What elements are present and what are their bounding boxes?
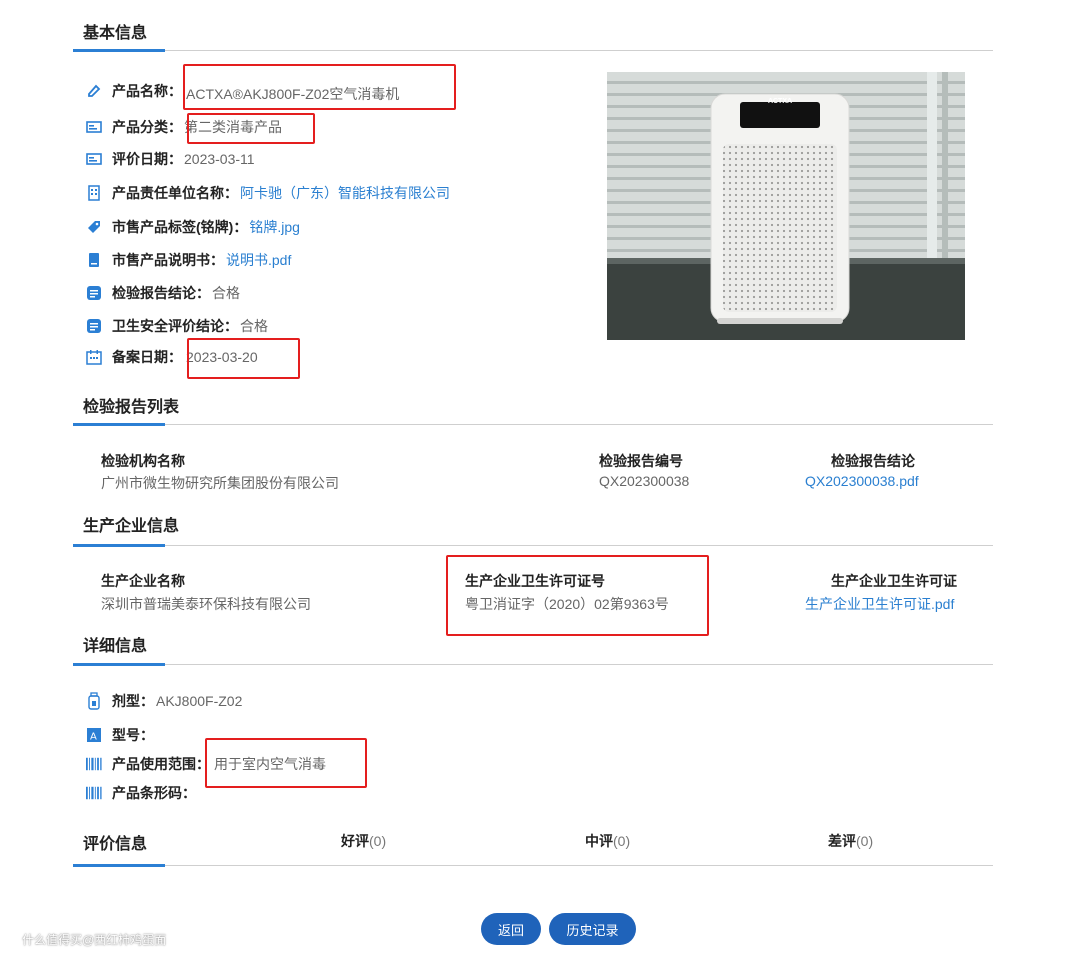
col-header-report-no: 检验报告编号	[599, 453, 683, 469]
license-file-link[interactable]: 生产企业卫生许可证.pdf	[805, 594, 954, 614]
section-divider	[73, 664, 993, 665]
field-label: 备案日期：	[112, 349, 182, 365]
review-mid: 中评(0)	[585, 831, 630, 851]
field-model: A 型号：	[86, 725, 154, 745]
photo-brand-text: ACTXA	[767, 98, 793, 105]
section-accent	[73, 864, 165, 867]
review-bad: 差评(0)	[828, 831, 873, 851]
review-mid-label: 中评	[585, 833, 613, 849]
highlight-box	[187, 338, 300, 379]
card-icon	[86, 151, 102, 167]
col-header-report-conclusion: 检验报告结论	[831, 453, 915, 469]
field-label: 市售产品说明书：	[112, 252, 224, 268]
section-title-detail: 详细信息	[83, 638, 148, 655]
section-title-reports: 检验报告列表	[83, 399, 180, 416]
review-good: 好评(0)	[341, 831, 386, 851]
section-accent	[73, 663, 165, 666]
field-safety-conclusion: 卫生安全评价结论： 合格	[86, 316, 268, 336]
book-icon	[86, 252, 102, 268]
section-accent	[73, 544, 165, 547]
section-title-basic: 基本信息	[83, 25, 148, 42]
field-label: 型号：	[112, 727, 154, 743]
building-icon	[86, 185, 102, 201]
section-divider	[73, 865, 993, 866]
highlight-box	[183, 64, 456, 110]
model-type-icon: A	[86, 727, 102, 743]
svg-text:A: A	[90, 732, 97, 743]
calendar-icon	[86, 349, 102, 365]
enterprise-name: 深圳市普瑞美泰环保科技有限公司	[101, 596, 311, 612]
review-good-label: 好评	[341, 833, 369, 849]
section-divider	[73, 424, 993, 425]
field-label: 评价日期：	[112, 151, 182, 167]
review-bad-label: 差评	[828, 833, 856, 849]
field-value: AKJ800F-Z02	[156, 693, 243, 709]
back-button[interactable]: 返回	[481, 913, 541, 945]
field-eval-date: 评价日期： 2023-03-11	[86, 149, 255, 169]
field-value: 合格	[240, 318, 268, 334]
review-mid-count: (0)	[613, 833, 631, 849]
report-number: QX202300038	[599, 473, 690, 489]
field-report-conclusion: 检验报告结论： 合格	[86, 283, 240, 303]
section-divider	[73, 545, 993, 546]
bottle-icon	[86, 692, 102, 710]
section-title-enterprise: 生产企业信息	[83, 518, 180, 535]
field-manual: 市售产品说明书： 说明书.pdf	[86, 250, 291, 270]
review-bad-count: (0)	[856, 833, 874, 849]
watermark-text: 什么值得买@西红柿鸡蛋面	[22, 933, 167, 947]
responsible-unit-link[interactable]: 阿卡驰（广东）智能科技有限公司	[240, 183, 450, 203]
nameplate-file-link[interactable]: 铭牌.jpg	[249, 217, 300, 237]
col-header-license-file: 生产企业卫生许可证	[831, 573, 957, 589]
col-header-enterprise-name: 生产企业名称	[101, 573, 185, 589]
field-responsible-unit: 产品责任单位名称： 阿卡驰（广东）智能科技有限公司	[86, 183, 450, 203]
label-tag-icon	[86, 219, 102, 235]
tag-pencil-icon	[86, 83, 102, 99]
field-label: 市售产品标签(铭牌)：	[112, 219, 248, 235]
field-value: 合格	[212, 285, 240, 301]
field-label: 产品使用范围：	[112, 756, 210, 772]
col-header-agency: 检验机构名称	[101, 453, 185, 469]
highlight-box	[205, 738, 367, 788]
barcode-icon	[86, 756, 102, 772]
field-label: 产品责任单位名称：	[112, 185, 238, 201]
field-product-label: 市售产品标签(铭牌)： 铭牌.jpg	[86, 217, 300, 237]
safety-badge-icon	[86, 318, 102, 334]
section-accent	[73, 423, 165, 426]
card-icon	[86, 119, 102, 135]
section-title-reviews: 评价信息	[83, 836, 148, 853]
report-file-link[interactable]: QX202300038.pdf	[805, 473, 919, 489]
field-label: 卫生安全评价结论：	[112, 318, 238, 334]
section-divider	[73, 50, 993, 51]
field-label: 检验报告结论：	[112, 285, 210, 301]
field-label: 产品名称：	[112, 83, 182, 99]
inspection-badge-icon	[86, 285, 102, 301]
highlight-box	[446, 555, 709, 636]
review-good-count: (0)	[369, 833, 387, 849]
field-label: 产品条形码：	[112, 785, 196, 801]
product-photo: ACTXA	[607, 72, 965, 340]
history-button[interactable]: 历史记录	[549, 913, 636, 945]
report-agency-name: 广州市微生物研究所集团股份有限公司	[101, 475, 339, 491]
manual-file-link[interactable]: 说明书.pdf	[226, 250, 291, 270]
field-label: 剂型：	[112, 693, 154, 709]
field-barcode: 产品条形码：	[86, 783, 196, 803]
barcode-icon	[86, 785, 102, 801]
section-accent	[73, 49, 165, 52]
field-value: 2023-03-11	[184, 151, 255, 167]
field-label: 产品分类：	[112, 119, 182, 135]
highlight-box	[187, 113, 315, 144]
field-dosage: 剂型： AKJ800F-Z02	[86, 691, 242, 711]
